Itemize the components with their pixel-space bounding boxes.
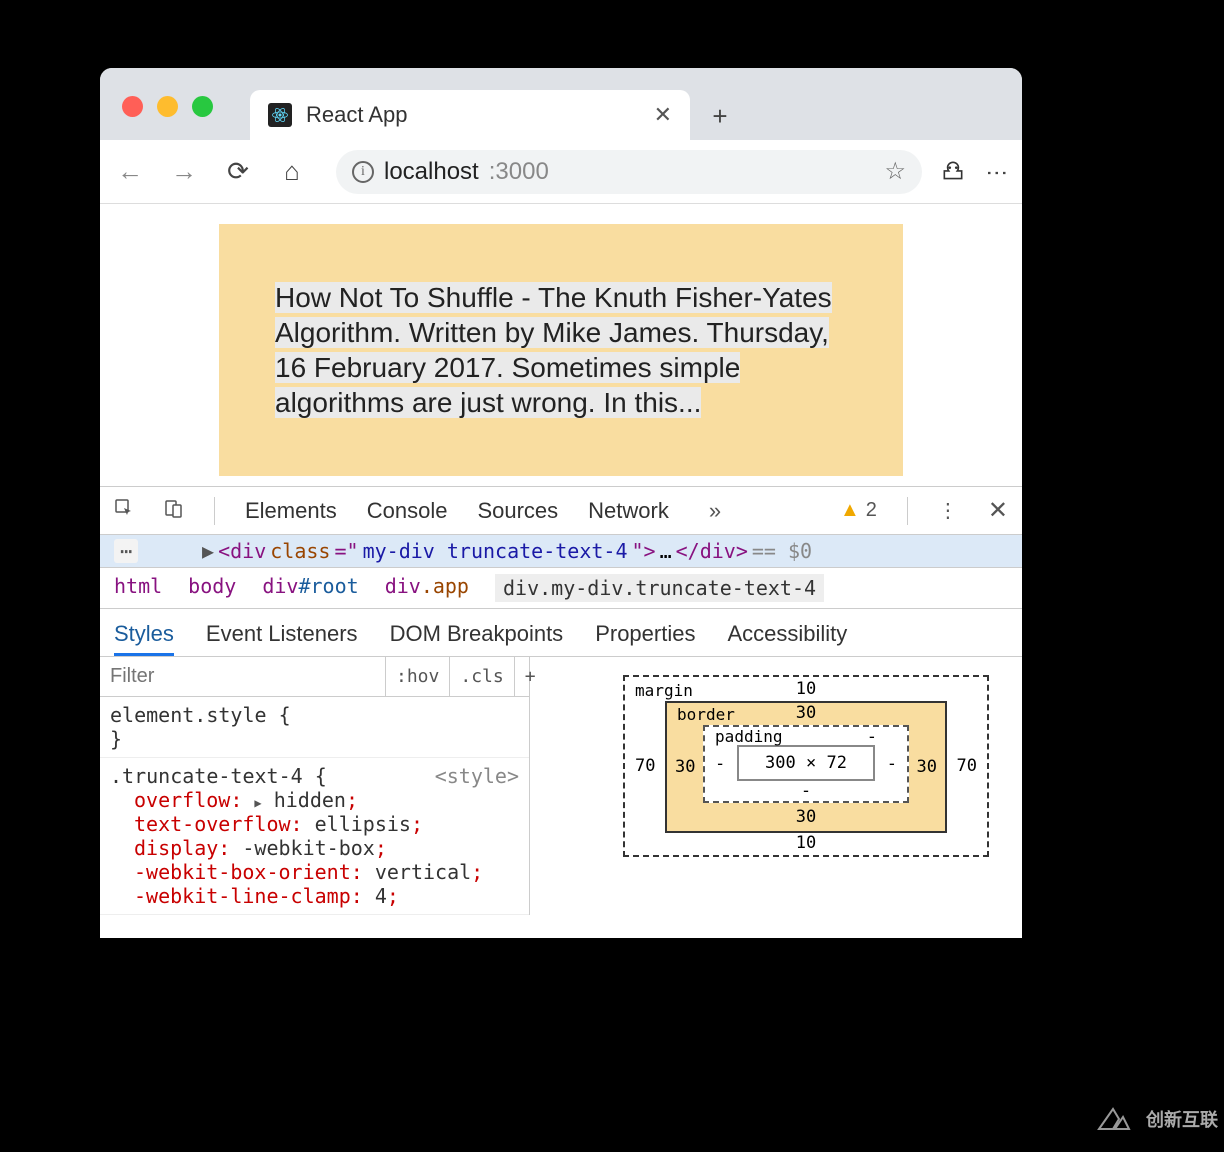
hov-toggle[interactable]: :hov <box>385 657 449 696</box>
url-port: :3000 <box>489 158 549 186</box>
devtools-tabs: Elements Console Sources Network » ▲ 2 ⋮… <box>100 487 1022 535</box>
styles-filter-row: :hov .cls + <box>100 657 529 697</box>
warning-icon: ▲ <box>840 499 860 522</box>
tab-elements[interactable]: Elements <box>245 498 337 524</box>
inspect-element-icon[interactable] <box>114 498 134 524</box>
browser-toolbar: ← → ⟳ ⌂ i localhost :3000 ☆ ⋮ <box>100 140 1022 204</box>
css-property[interactable]: overflow: ▶ hidden; <box>134 788 519 812</box>
box-model-border[interactable]: border 30 30 30 30 padding - - - - 300 ×… <box>665 701 947 833</box>
browser-tab[interactable]: React App ✕ <box>250 90 690 140</box>
styles-filter-input[interactable] <box>100 657 385 696</box>
watermark: 创新互联 <box>1086 1092 1218 1146</box>
separator <box>214 497 215 525</box>
reload-button[interactable]: ⟳ <box>220 156 256 187</box>
demo-container: How Not To Shuffle - The Knuth Fisher-Ya… <box>219 224 903 476</box>
tab-console[interactable]: Console <box>367 498 448 524</box>
dom-breadcrumb: html body div#root div.app div.my-div.tr… <box>100 568 1022 609</box>
truncate-rule-block[interactable]: .truncate-text-4 {<style> overflow: ▶ hi… <box>100 758 529 915</box>
breadcrumb-body[interactable]: body <box>188 574 236 602</box>
back-button[interactable]: ← <box>112 156 148 187</box>
address-bar[interactable]: i localhost :3000 ☆ <box>336 150 922 194</box>
bookmark-star-icon[interactable]: ☆ <box>884 157 906 186</box>
dom-collapsed-icon[interactable]: ⋯ <box>114 539 138 563</box>
close-window-button[interactable] <box>122 96 143 117</box>
dom-selected-node[interactable]: ⋯ ▶ <div class="my-div truncate-text-4">… <box>100 535 1022 568</box>
tab-title: React App <box>306 102 640 128</box>
box-model-margin[interactable]: margin 10 10 70 70 border 30 30 30 30 pa… <box>623 675 989 857</box>
devtools-close-button[interactable]: ✕ <box>988 496 1008 525</box>
window-titlebar: React App ✕ + <box>100 68 1022 140</box>
box-model-content[interactable]: 300 × 72 <box>737 745 875 781</box>
minimize-window-button[interactable] <box>157 96 178 117</box>
css-property[interactable]: text-overflow: ellipsis; <box>134 812 519 836</box>
watermark-logo-icon <box>1086 1092 1140 1146</box>
subtab-dom-breakpoints[interactable]: DOM Breakpoints <box>390 615 564 656</box>
breadcrumb-selected[interactable]: div.my-div.truncate-text-4 <box>495 574 824 602</box>
rule-source[interactable]: <style> <box>435 764 519 788</box>
css-property[interactable]: -webkit-box-orient: vertical; <box>134 860 519 884</box>
element-style-block[interactable]: element.style { } <box>100 697 529 758</box>
home-button[interactable]: ⌂ <box>274 156 310 187</box>
url-host: localhost <box>384 158 479 186</box>
device-toolbar-icon[interactable] <box>164 498 184 524</box>
styles-pane: :hov .cls + element.style { } .truncate-… <box>100 657 530 915</box>
breadcrumb-root[interactable]: div#root <box>262 574 358 602</box>
more-tabs-button[interactable]: » <box>709 498 721 524</box>
tab-network[interactable]: Network <box>588 498 669 524</box>
react-favicon-icon <box>268 103 292 127</box>
css-property[interactable]: -webkit-line-clamp: 4; <box>134 884 519 908</box>
box-model-padding[interactable]: padding - - - - 300 × 72 <box>703 725 909 803</box>
browser-window: React App ✕ + ← → ⟳ ⌂ i localhost :3000 ☆… <box>100 68 1022 938</box>
watermark-text: 创新互联 <box>1146 1106 1218 1132</box>
subtab-styles[interactable]: Styles <box>114 615 174 656</box>
box-model-panel: margin 10 10 70 70 border 30 30 30 30 pa… <box>530 657 1022 915</box>
css-property[interactable]: display: -webkit-box; <box>134 836 519 860</box>
breadcrumb-html[interactable]: html <box>114 574 162 602</box>
page-content: How Not To Shuffle - The Knuth Fisher-Ya… <box>100 204 1022 486</box>
subtab-event-listeners[interactable]: Event Listeners <box>206 615 358 656</box>
truncated-text: How Not To Shuffle - The Knuth Fisher-Ya… <box>275 282 832 418</box>
cls-toggle[interactable]: .cls <box>449 657 513 696</box>
subtab-properties[interactable]: Properties <box>595 615 695 656</box>
tab-close-icon[interactable]: ✕ <box>654 102 672 128</box>
forward-button[interactable]: → <box>166 156 202 187</box>
dom-open-tag: <div <box>218 539 266 563</box>
new-tab-button[interactable]: + <box>700 96 740 136</box>
warnings-indicator[interactable]: ▲ 2 <box>840 499 877 522</box>
devtools-panel: Elements Console Sources Network » ▲ 2 ⋮… <box>100 486 1022 915</box>
tab-sources[interactable]: Sources <box>477 498 558 524</box>
styles-subtabs: Styles Event Listeners DOM Breakpoints P… <box>100 609 1022 657</box>
browser-menu-button[interactable]: ⋮ <box>984 162 1010 182</box>
extension-icon[interactable] <box>940 159 966 185</box>
breadcrumb-app[interactable]: div.app <box>385 574 469 602</box>
subtab-accessibility[interactable]: Accessibility <box>727 615 847 656</box>
maximize-window-button[interactable] <box>192 96 213 117</box>
separator <box>907 497 908 525</box>
devtools-menu-button[interactable]: ⋮ <box>938 498 958 523</box>
site-info-icon[interactable]: i <box>352 161 374 183</box>
warning-count: 2 <box>866 499 877 522</box>
traffic-lights <box>122 96 213 117</box>
styles-body: :hov .cls + element.style { } .truncate-… <box>100 657 1022 915</box>
